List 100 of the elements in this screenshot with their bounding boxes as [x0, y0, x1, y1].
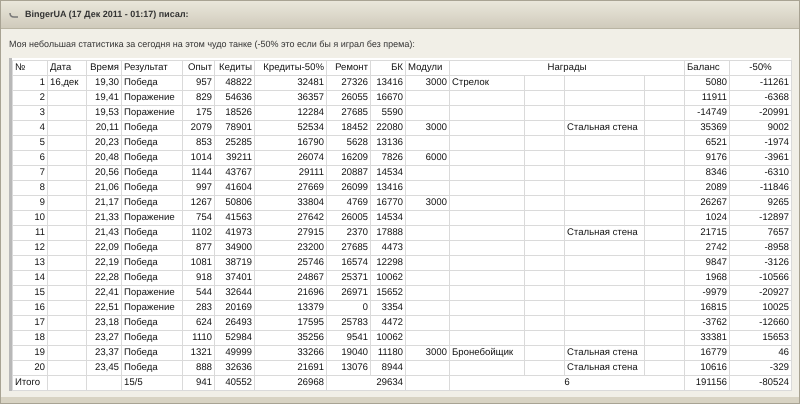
table-cell: 18: [34, 332, 45, 343]
table-cell: 52534: [297, 122, 324, 133]
table-cell: 15/5: [124, 377, 143, 388]
table-cell: -6368: [764, 92, 789, 103]
table-cell: Стальная стена: [567, 227, 638, 238]
table-cell: -11261: [760, 77, 789, 88]
table-cell: Поражение: [124, 287, 175, 298]
table-cell: 1014: [190, 152, 212, 163]
column-header: Дата: [50, 62, 72, 73]
table-cell: 24867: [297, 272, 324, 283]
table-cell: 5628: [346, 137, 368, 148]
table-cell: 22,41: [94, 287, 119, 298]
table-cell: 3000: [426, 122, 447, 133]
table-cell: 4473: [382, 242, 403, 253]
table-cell: 14534: [376, 167, 403, 178]
table-cell: 33804: [297, 197, 324, 208]
column-header: БК: [391, 62, 403, 73]
table-cell: 21,17: [94, 197, 119, 208]
table-cell: 12298: [376, 257, 403, 268]
table-cell: 14534: [376, 212, 403, 223]
table-cell: 5: [40, 137, 45, 148]
table-cell: 78901: [225, 122, 252, 133]
table-cell: 17595: [297, 317, 324, 328]
table-cell: 22,09: [94, 242, 119, 253]
table-cell: 35369: [700, 122, 727, 133]
table-cell: 17888: [376, 227, 403, 238]
table-cell: 7826: [382, 152, 403, 163]
table-cell: -11846: [760, 182, 789, 193]
table-cell: Поражение: [124, 212, 175, 223]
table-cell: 1267: [190, 197, 212, 208]
table-cell: 26005: [341, 212, 368, 223]
table-cell: 9847: [706, 257, 727, 268]
table-cell: -6310: [764, 167, 789, 178]
table-cell: 10062: [376, 332, 403, 343]
table-cell: 26971: [341, 287, 368, 298]
table-cell: 21691: [297, 362, 324, 373]
table-cell: 16: [34, 302, 45, 313]
column-header: Баланс: [687, 62, 720, 73]
table-cell: 29111: [298, 167, 324, 178]
table-cell: 918: [196, 272, 212, 283]
table-cell: -3762: [702, 317, 727, 328]
table-cell: 5080: [706, 77, 727, 88]
table-cell: 32481: [297, 77, 324, 88]
table-cell: 39211: [226, 152, 252, 163]
table-cell: 10616: [700, 362, 727, 373]
table-cell: 18526: [225, 107, 252, 118]
table-cell: 54636: [225, 92, 252, 103]
column-header: №: [15, 62, 26, 73]
table-cell: 25371: [341, 272, 368, 283]
table-cell: -12660: [759, 317, 789, 328]
table-cell: 32644: [225, 287, 252, 298]
table-cell: 6: [564, 377, 570, 388]
column-header: Результат: [124, 62, 168, 73]
table-cell: 49999: [225, 347, 252, 358]
table-cell: 2089: [706, 182, 727, 193]
table-cell: 23200: [297, 242, 324, 253]
table-cell: 7657: [768, 227, 789, 238]
table-cell: 1321: [190, 347, 212, 358]
table-cell: 22,51: [94, 302, 119, 313]
table-cell: 16790: [297, 137, 324, 148]
table-cell: 8346: [706, 167, 727, 178]
table-cell: 19,53: [94, 107, 119, 118]
table-cell: 19040: [341, 347, 368, 358]
table-cell: Победа: [124, 257, 158, 268]
post-text: Моя небольшая статистика за сегодня на этом чудо танке (-50% это если бы я играл без према):: [9, 38, 416, 51]
table-cell: -1974: [764, 137, 789, 148]
table-cell: 21715: [700, 227, 727, 238]
table-cell: 13076: [341, 362, 368, 373]
table-cell: 22080: [376, 122, 403, 133]
table-cell: 20: [34, 362, 45, 373]
table-cell: 34900: [225, 242, 252, 253]
table-cell: Победа: [124, 197, 158, 208]
table-cell: 21,33: [94, 212, 119, 223]
table-cell: 33266: [297, 347, 324, 358]
table-cell: 21,43: [94, 227, 119, 238]
table-cell: -14749: [697, 107, 727, 118]
table-cell: 2079: [190, 122, 212, 133]
table-cell: 20887: [341, 167, 368, 178]
table-cell: 19,30: [94, 77, 119, 88]
post-header: BingerUA (17 Дек 2011 - 01:17) писал:: [25, 8, 189, 21]
table-cell: 23,37: [94, 347, 119, 358]
table-cell: 17: [34, 317, 45, 328]
table-cell: 9265: [768, 197, 789, 208]
table-cell: Победа: [124, 317, 158, 328]
table-cell: Стрелок: [452, 77, 489, 88]
table-cell: 32636: [225, 362, 252, 373]
table-cell: 11180: [378, 347, 403, 358]
table-cell: 27915: [297, 227, 324, 238]
table-cell: 1110: [192, 332, 212, 343]
table-cell: Стальная стена: [567, 122, 638, 133]
table-cell: 9541: [346, 332, 368, 343]
table-cell: 13416: [376, 182, 403, 193]
table-cell: 15: [34, 287, 45, 298]
table-cell: 26099: [341, 182, 368, 193]
table-cell: 25285: [225, 137, 252, 148]
table-cell: 624: [196, 317, 212, 328]
table-cell: Победа: [124, 362, 158, 373]
table-cell: 1968: [706, 272, 727, 283]
table-cell: 27685: [341, 107, 368, 118]
table-cell: 2370: [346, 227, 368, 238]
